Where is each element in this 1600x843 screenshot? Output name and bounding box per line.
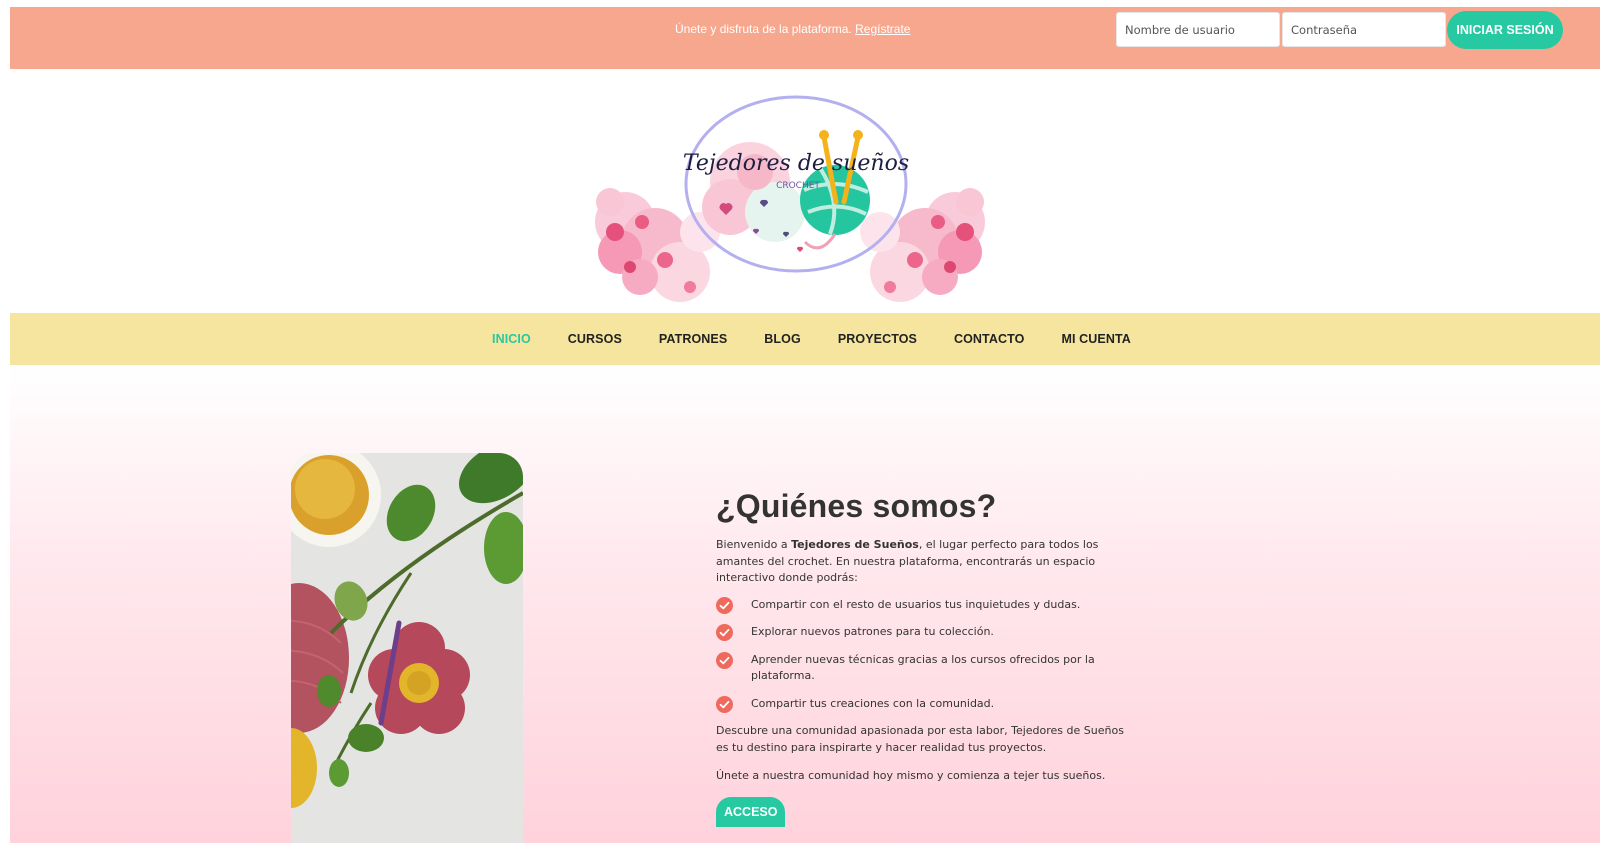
crochet-photo-illustration <box>291 453 523 843</box>
page: Únete y disfruta de la plataforma. Regís… <box>10 7 1600 843</box>
login-button[interactable]: INICIAR SESIÓN <box>1447 11 1563 49</box>
logo-title: Tejedores de sueños <box>683 151 909 176</box>
intro-before: Bienvenido a <box>716 538 792 551</box>
nav-item-contacto[interactable]: CONTACTO <box>954 332 1024 346</box>
about-intro: Bienvenido a Tejedores de Sueños, el lug… <box>716 537 1136 587</box>
logo-graphic: Tejedores de sueños CROCHET <box>595 95 985 302</box>
promo-message: Únete y disfruta de la plataforma. Regís… <box>675 22 910 36</box>
feature-item: Compartir con el resto de usuarios tus i… <box>716 596 1136 614</box>
username-input[interactable] <box>1116 12 1280 47</box>
site-logo[interactable]: Tejedores de sueños CROCHET <box>580 82 1000 312</box>
logo-flowers-right <box>860 188 985 302</box>
feature-item: Compartir tus creaciones con la comunida… <box>716 695 1136 713</box>
check-circle-icon <box>716 624 733 641</box>
access-button[interactable]: ACCESO <box>716 796 786 827</box>
nav-item-patrones[interactable]: PATRONES <box>659 332 727 346</box>
feature-text: Compartir tus creaciones con la comunida… <box>751 696 995 710</box>
password-input[interactable] <box>1282 12 1446 47</box>
yarn-ball-icon <box>800 165 870 250</box>
promo-text: Únete y disfruta de la plataforma. <box>675 22 852 36</box>
about-content: ¿Quiénes somos? Bienvenido a Tejedores d… <box>716 488 1136 827</box>
about-heading: ¿Quiénes somos? <box>716 488 997 524</box>
feature-list: Compartir con el resto de usuarios tus i… <box>716 596 1136 713</box>
check-circle-icon <box>716 596 733 614</box>
top-bar: Únete y disfruta de la plataforma. Regís… <box>10 7 1600 69</box>
feature-item: Aprender nuevas técnicas gracias a los c… <box>716 651 1136 685</box>
about-paragraph-2: Descubre una comunidad apasionada por es… <box>716 724 1124 754</box>
intro-brand: Tejedores de Sueños <box>791 538 919 551</box>
check-circle-icon <box>716 651 733 669</box>
nav-list: INICIO CURSOS PATRONES BLOG PROYECTOS CONTACT… <box>492 313 1168 365</box>
logo-flowers-left <box>595 188 720 302</box>
register-link[interactable]: Regístrate <box>855 22 910 36</box>
check-circle-icon <box>716 695 733 713</box>
nav-item-mi-cuenta[interactable]: MI CUENTA <box>1061 332 1130 346</box>
feature-item: Explorar nuevos patrones para tu colecci… <box>716 624 1136 641</box>
crochet-photo <box>291 453 523 843</box>
feature-text: Aprender nuevas técnicas gracias a los c… <box>751 652 1095 683</box>
nav-item-blog[interactable]: BLOG <box>764 332 801 346</box>
feature-text: Explorar nuevos patrones para tu colecci… <box>751 625 994 638</box>
nav-item-inicio[interactable]: INICIO <box>492 332 531 346</box>
main-nav: INICIO CURSOS PATRONES BLOG PROYECTOS CONTACT… <box>10 313 1600 365</box>
logo-subtitle: CROCHET <box>776 181 820 191</box>
about-section: ¿Quiénes somos? Bienvenido a Tejedores d… <box>10 365 1600 843</box>
nav-item-proyectos[interactable]: PROYECTOS <box>838 332 917 346</box>
feature-text: Compartir con el resto de usuarios tus i… <box>751 597 1081 611</box>
about-paragraph-3: Únete a nuestra comunidad hoy mismo y co… <box>716 769 1106 782</box>
nav-item-cursos[interactable]: CURSOS <box>568 332 622 346</box>
